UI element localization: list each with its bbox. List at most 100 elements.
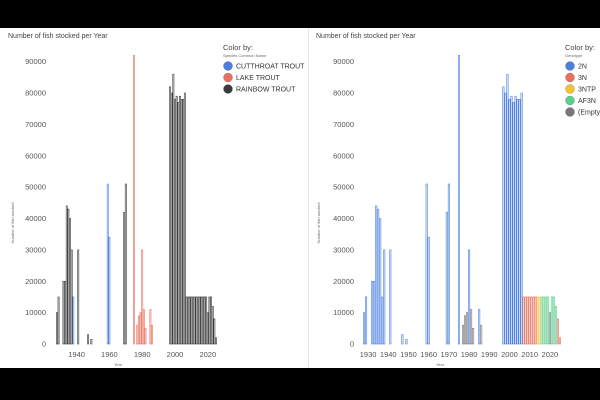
- bar[interactable]: [133, 55, 135, 345]
- bar[interactable]: [205, 296, 208, 345]
- bar[interactable]: [172, 73, 175, 345]
- bar[interactable]: [504, 92, 507, 345]
- bar[interactable]: [462, 324, 465, 345]
- bar[interactable]: [87, 334, 89, 345]
- bar[interactable]: [470, 309, 473, 345]
- bar[interactable]: [182, 99, 185, 345]
- bar[interactable]: [447, 183, 450, 345]
- bar[interactable]: [136, 324, 139, 345]
- bar[interactable]: [90, 338, 93, 345]
- bar[interactable]: [203, 296, 206, 345]
- bar[interactable]: [383, 249, 386, 345]
- bar[interactable]: [510, 95, 513, 345]
- legend-swatch[interactable]: [223, 72, 233, 83]
- bar[interactable]: [363, 312, 366, 345]
- bar[interactable]: [185, 296, 188, 345]
- bar[interactable]: [124, 183, 127, 345]
- bar[interactable]: [520, 92, 523, 345]
- legend-label[interactable]: LAKE TROUT: [236, 75, 281, 82]
- bar[interactable]: [141, 249, 144, 345]
- bar[interactable]: [215, 337, 217, 345]
- bar[interactable]: [542, 296, 545, 345]
- bar[interactable]: [213, 318, 216, 345]
- legend-label[interactable]: (Empty): [578, 110, 600, 117]
- bar[interactable]: [179, 95, 181, 345]
- bar[interactable]: [151, 324, 153, 345]
- bar[interactable]: [187, 296, 190, 345]
- bar[interactable]: [200, 296, 203, 345]
- bar[interactable]: [526, 296, 529, 345]
- bar[interactable]: [528, 296, 531, 345]
- bar[interactable]: [532, 296, 535, 345]
- bar[interactable]: [389, 249, 392, 345]
- legend-swatch[interactable]: [223, 84, 233, 94]
- bar[interactable]: [514, 95, 517, 345]
- bar[interactable]: [123, 211, 126, 345]
- bar[interactable]: [381, 296, 384, 345]
- legend-label[interactable]: RAINBOW TROUT: [236, 87, 296, 94]
- bar[interactable]: [552, 296, 555, 345]
- bar[interactable]: [506, 73, 509, 345]
- bar[interactable]: [177, 102, 180, 345]
- bar[interactable]: [201, 296, 204, 345]
- bar[interactable]: [478, 309, 481, 345]
- bar[interactable]: [558, 337, 561, 345]
- bar[interactable]: [139, 312, 142, 345]
- bar[interactable]: [427, 237, 430, 345]
- bar[interactable]: [69, 218, 71, 345]
- bar[interactable]: [464, 315, 467, 345]
- bar[interactable]: [175, 95, 178, 345]
- legend-label[interactable]: 2N: [578, 64, 587, 71]
- bar[interactable]: [522, 296, 525, 345]
- legend-swatch[interactable]: [565, 72, 575, 83]
- bar[interactable]: [149, 309, 152, 345]
- legend-swatch[interactable]: [565, 84, 575, 94]
- bar[interactable]: [466, 312, 469, 345]
- bar[interactable]: [546, 296, 549, 345]
- bar[interactable]: [468, 249, 471, 345]
- bar[interactable]: [183, 92, 186, 345]
- bar[interactable]: [208, 296, 211, 345]
- bar[interactable]: [375, 205, 378, 345]
- bar[interactable]: [193, 296, 196, 345]
- bar[interactable]: [534, 296, 537, 345]
- bar[interactable]: [548, 312, 551, 345]
- bar[interactable]: [142, 309, 145, 345]
- bar[interactable]: [472, 328, 475, 345]
- legend-swatch[interactable]: [565, 107, 575, 117]
- bar[interactable]: [62, 280, 65, 345]
- bar[interactable]: [67, 208, 70, 345]
- bar[interactable]: [554, 306, 557, 345]
- bar[interactable]: [180, 99, 183, 345]
- bar[interactable]: [502, 86, 505, 345]
- legend-label[interactable]: CUTTHROAT TROUT: [236, 64, 305, 71]
- bar[interactable]: [401, 334, 404, 345]
- bar[interactable]: [198, 296, 201, 345]
- bar[interactable]: [195, 296, 198, 345]
- bar[interactable]: [206, 312, 209, 345]
- bar[interactable]: [77, 249, 80, 345]
- bar[interactable]: [170, 92, 173, 345]
- bar[interactable]: [144, 328, 147, 345]
- legend-swatch[interactable]: [565, 95, 575, 106]
- legend-swatch[interactable]: [223, 61, 233, 71]
- bar[interactable]: [530, 296, 533, 345]
- bar[interactable]: [365, 296, 368, 345]
- bar[interactable]: [211, 306, 214, 345]
- bar[interactable]: [210, 296, 212, 345]
- bar[interactable]: [536, 296, 539, 345]
- bar[interactable]: [64, 280, 67, 345]
- legend-label[interactable]: 3N: [578, 75, 587, 82]
- legend-label[interactable]: AF3N: [578, 98, 596, 105]
- bar[interactable]: [550, 296, 553, 345]
- bar[interactable]: [445, 211, 448, 345]
- bar[interactable]: [508, 99, 511, 345]
- bar[interactable]: [540, 296, 543, 345]
- bar[interactable]: [138, 315, 140, 345]
- bar[interactable]: [480, 324, 483, 345]
- bar[interactable]: [373, 280, 376, 345]
- bar[interactable]: [379, 218, 382, 345]
- bar[interactable]: [556, 318, 559, 345]
- bar[interactable]: [377, 208, 380, 345]
- bar[interactable]: [538, 296, 541, 345]
